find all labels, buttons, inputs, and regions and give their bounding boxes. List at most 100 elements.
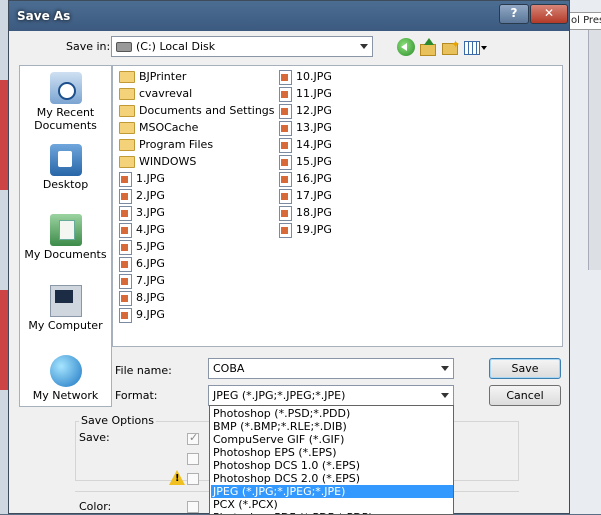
file-item[interactable]: 17.JPG xyxy=(279,187,332,204)
file-item[interactable]: 16.JPG xyxy=(279,170,332,187)
save-option-checkbox[interactable] xyxy=(187,473,199,485)
file-name-value: COBA xyxy=(213,362,245,375)
desktop-icon xyxy=(49,144,82,176)
item-label: 3.JPG xyxy=(136,206,165,219)
window-title: Save As xyxy=(17,9,71,23)
save-option-checkbox[interactable] xyxy=(187,453,199,465)
jpg-file-icon xyxy=(119,188,132,204)
places-bar: My Recent Documents Desktop My Documents… xyxy=(19,65,112,407)
file-item[interactable]: 6.JPG xyxy=(119,255,165,272)
format-dropdown[interactable]: JPEG (*.JPG;*.JPEG;*.JPE) xyxy=(208,385,454,406)
item-label: Program Files xyxy=(139,138,214,151)
item-label: 1.JPG xyxy=(136,172,165,185)
folder-icon xyxy=(119,71,135,83)
folder-item[interactable]: BJPrinter xyxy=(119,68,186,85)
format-value: JPEG (*.JPG;*.JPEG;*.JPE) xyxy=(213,389,346,402)
file-item[interactable]: 2.JPG xyxy=(119,187,165,204)
jpg-file-icon xyxy=(119,222,132,238)
file-item[interactable]: 1.JPG xyxy=(119,170,165,187)
item-label: 13.JPG xyxy=(296,121,332,134)
jpg-file-icon xyxy=(279,171,292,187)
jpg-file-icon xyxy=(279,120,292,136)
file-item[interactable]: 18.JPG xyxy=(279,204,332,221)
file-item[interactable]: 19.JPG xyxy=(279,221,332,238)
file-item[interactable]: 8.JPG xyxy=(119,289,165,306)
folder-item[interactable]: MSOCache xyxy=(119,119,198,136)
item-label: 4.JPG xyxy=(136,223,165,236)
place-label: My Computer xyxy=(28,319,103,332)
place-my-computer[interactable]: My Computer xyxy=(20,285,111,332)
file-item[interactable]: 9.JPG xyxy=(119,306,165,323)
color-option-checkbox[interactable] xyxy=(187,501,199,513)
folder-item[interactable]: Program Files xyxy=(119,136,213,153)
jpg-file-icon xyxy=(279,69,292,85)
item-label: 6.JPG xyxy=(136,257,165,270)
item-label: 8.JPG xyxy=(136,291,165,304)
drive-icon xyxy=(116,42,132,52)
item-label: 7.JPG xyxy=(136,274,165,287)
jpg-file-icon xyxy=(119,239,132,255)
place-my-network[interactable]: My Network xyxy=(20,355,111,402)
save-in-dropdown[interactable]: (C:) Local Disk xyxy=(111,36,373,57)
view-menu-icon[interactable] xyxy=(464,38,490,56)
folder-icon xyxy=(119,122,135,134)
item-label: 14.JPG xyxy=(296,138,332,151)
background-app-label: ol Prese xyxy=(568,12,601,30)
place-desktop[interactable]: Desktop xyxy=(20,144,111,191)
back-arrow-icon[interactable] xyxy=(397,38,415,56)
format-option[interactable]: Photoshop PDF (*.PDF;*.PDP) xyxy=(211,511,453,514)
jpg-file-icon xyxy=(279,154,292,170)
warning-mark: ! xyxy=(175,473,180,484)
item-label: 17.JPG xyxy=(296,189,332,202)
place-my-documents[interactable]: My Documents xyxy=(20,214,111,261)
format-option[interactable]: Photoshop DCS 1.0 (*.EPS) xyxy=(211,459,453,472)
format-option[interactable]: Photoshop DCS 2.0 (*.EPS) xyxy=(211,472,453,485)
folder-icon xyxy=(119,139,135,151)
folder-item[interactable]: WINDOWS xyxy=(119,153,196,170)
file-name-input[interactable]: COBA xyxy=(208,358,454,379)
network-icon xyxy=(49,355,82,387)
file-item[interactable]: 11.JPG xyxy=(279,85,332,102)
file-item[interactable]: 12.JPG xyxy=(279,102,332,119)
format-option[interactable]: Photoshop (*.PSD;*.PDD) xyxy=(211,407,453,420)
help-button[interactable]: ? xyxy=(499,4,529,24)
cancel-button[interactable]: Cancel xyxy=(489,385,561,406)
format-option[interactable]: BMP (*.BMP;*.RLE;*.DIB) xyxy=(211,420,453,433)
save-option-checkbox[interactable] xyxy=(187,431,199,445)
item-label: 11.JPG xyxy=(296,87,332,100)
file-item[interactable]: 14.JPG xyxy=(279,136,332,153)
format-option[interactable]: Photoshop EPS (*.EPS) xyxy=(211,446,453,459)
save-button[interactable]: Save xyxy=(489,358,561,379)
chevron-down-icon xyxy=(441,366,449,371)
save-in-value: (C:) Local Disk xyxy=(136,40,216,53)
folder-item[interactable]: cvavreval xyxy=(119,85,192,102)
up-one-level-icon[interactable] xyxy=(419,38,437,56)
file-list[interactable]: BJPrinter cvavreval Documents and Settings… xyxy=(112,65,563,347)
folder-item[interactable]: Documents and Settings xyxy=(119,102,275,119)
item-label: 12.JPG xyxy=(296,104,332,117)
file-item[interactable]: 7.JPG xyxy=(119,272,165,289)
file-item[interactable]: 10.JPG xyxy=(279,68,332,85)
format-option[interactable]: PCX (*.PCX) xyxy=(211,498,453,511)
chevron-down-icon xyxy=(360,44,368,49)
item-label: 15.JPG xyxy=(296,155,332,168)
new-folder-icon[interactable]: ✦ xyxy=(441,38,460,56)
title-bar[interactable]: Save As ? ✕ xyxy=(9,1,569,31)
file-item[interactable]: 3.JPG xyxy=(119,204,165,221)
place-label: My Network xyxy=(32,389,99,402)
item-label: 9.JPG xyxy=(136,308,165,321)
format-option[interactable]: CompuServe GIF (*.GIF) xyxy=(211,433,453,446)
file-item[interactable]: 4.JPG xyxy=(119,221,165,238)
item-label: MSOCache xyxy=(139,121,199,134)
format-label: Format: xyxy=(115,389,158,402)
close-button[interactable]: ✕ xyxy=(530,4,568,24)
recent-documents-icon xyxy=(49,72,82,104)
file-item[interactable]: 13.JPG xyxy=(279,119,332,136)
format-option[interactable]: JPEG (*.JPG;*.JPEG;*.JPE) xyxy=(211,485,453,498)
file-item[interactable]: 15.JPG xyxy=(279,153,332,170)
folder-icon xyxy=(119,105,135,117)
format-dropdown-list[interactable]: Photoshop (*.PSD;*.PDD) BMP (*.BMP;*.RLE;… xyxy=(209,405,454,515)
save-label: Save: xyxy=(79,431,110,444)
file-item[interactable]: 5.JPG xyxy=(119,238,165,255)
place-recent-documents[interactable]: My Recent Documents xyxy=(20,72,111,132)
